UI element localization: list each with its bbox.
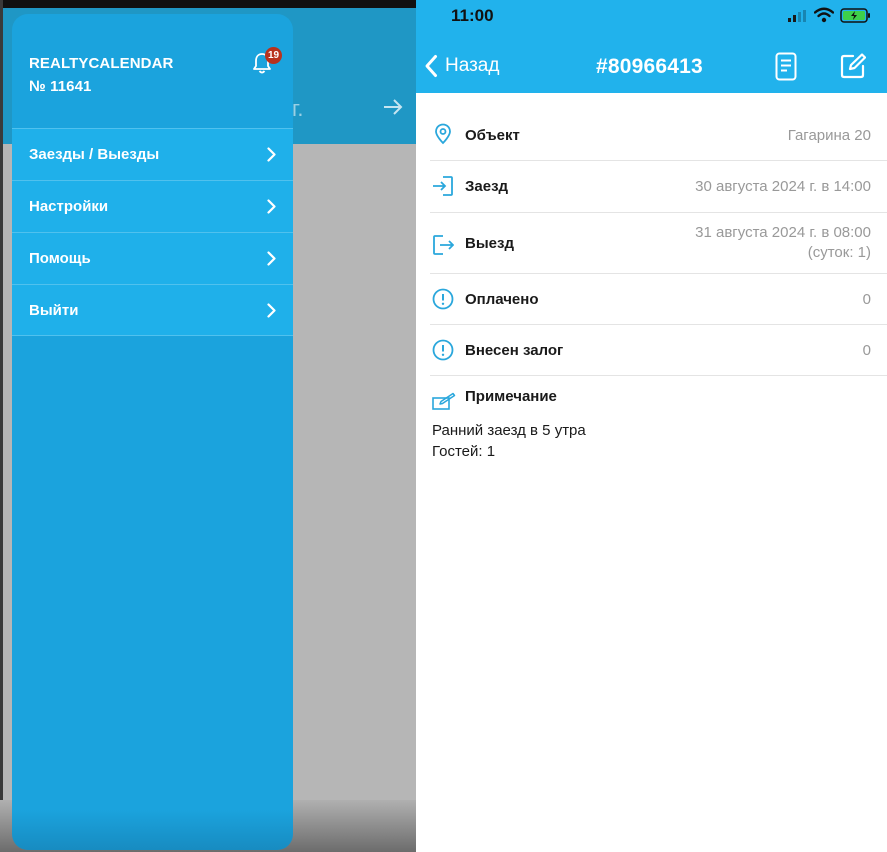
detail-label: Объект [465,127,520,144]
chevron-right-icon [267,251,276,266]
note-pencil-icon [432,392,456,410]
chevron-right-icon [267,199,276,214]
back-button[interactable]: Назад [424,54,499,78]
menu-item-logout[interactable]: Выйти [12,284,293,336]
back-chevron-icon [425,55,437,77]
detail-note: Примечание Ранний заезд в 5 утра Гостей:… [430,376,887,496]
menu-item-label: Настройки [29,198,109,215]
detail-label: Внесен залог [465,342,564,359]
alert-circle-icon [432,288,454,310]
menu-item-help[interactable]: Помощь [12,232,293,284]
back-label: Назад [445,55,500,76]
chevron-right-icon [267,303,276,318]
alert-circle-icon [432,339,454,361]
detail-value-block: 31 августа 2024 г. в 08:00 (суток: 1) [695,223,871,263]
detail-row-paid: Оплачено 0 [430,274,887,325]
booking-header: 11:00 Назад #80966413 [416,0,887,93]
battery-icon [840,8,870,23]
menu-item-label: Выйти [29,301,79,319]
drawer-header: REALTYCALENDAR № 11641 19 [12,14,293,128]
account-brand: REALTYCALENDAR № 11641 [29,52,173,98]
detail-label: Заезд [465,178,509,195]
drawer-menu: Заезды / Выезды Настройки Помощь Выйти [12,128,293,336]
detail-value: 31 августа 2024 г. в 08:00 [695,224,871,241]
menu-item-label: Заезды / Выезды [29,146,160,163]
menu-item-settings[interactable]: Настройки [12,180,293,232]
signal-icon [788,10,806,22]
detail-value-extra: (суток: 1) [807,244,871,261]
detail-row-checkout: Выезд 31 августа 2024 г. в 08:00 (суток:… [430,213,887,274]
document-icon[interactable] [775,52,797,81]
chevron-right-icon [267,147,276,162]
account-number: № 11641 [29,78,92,95]
right-screen: 11:00 Назад #80966413 Объект Гагарина 20… [416,0,887,852]
note-line: Ранний заезд в 5 утра [432,422,586,439]
left-screen: г. REALTYCALENDAR № 11641 19 Заезды / Вы… [0,0,416,852]
detail-label: Оплачено [465,291,539,308]
login-icon [433,176,453,196]
menu-item-checkins[interactable]: Заезды / Выезды [12,128,293,180]
detail-value: 0 [862,342,871,359]
status-time: 11:00 [451,6,494,25]
notification-badge: 19 [265,47,283,64]
navigation-drawer: REALTYCALENDAR № 11641 19 Заезды / Выезд… [12,14,293,850]
arrow-right-icon[interactable] [382,96,404,118]
note-label: Примечание [465,388,557,405]
booking-number-title: #80966413 [596,55,703,78]
booking-details: Объект Гагарина 20 Заезд 30 августа 2024… [416,110,887,496]
wifi-icon [814,7,834,23]
detail-label: Выезд [465,235,514,252]
location-pin-icon [435,123,451,145]
detail-row-object: Объект Гагарина 20 [430,110,887,161]
menu-item-label: Помощь [29,250,91,267]
detail-value: Гагарина 20 [787,127,871,144]
detail-value: 30 августа 2024 г. в 14:00 [695,178,871,195]
note-text: Ранний заезд в 5 утра Гостей: 1 [432,420,586,462]
note-line: Гостей: 1 [432,443,496,460]
logout-icon [433,235,454,255]
brand-name: REALTYCALENDAR [29,55,174,72]
detail-value: 0 [862,291,871,308]
detail-row-deposit: Внесен залог 0 [430,325,887,376]
edit-icon[interactable] [840,53,866,79]
detail-row-checkin: Заезд 30 августа 2024 г. в 14:00 [430,161,887,213]
background-date-text: г. [292,96,304,121]
